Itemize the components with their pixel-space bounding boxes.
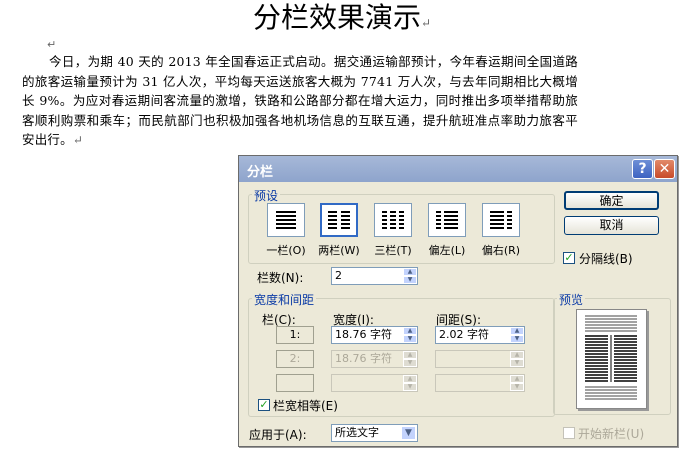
- preset-three-columns-label: 三栏(T): [374, 244, 412, 257]
- separator-line-checkbox[interactable]: ✓: [563, 252, 575, 264]
- column-spacing-input: ▲ ▼: [435, 374, 525, 392]
- spin-up-icon: ▲: [403, 351, 417, 359]
- preset-one-column[interactable]: [267, 203, 305, 237]
- pilcrow-icon: ↵: [72, 133, 84, 147]
- spin-up-icon: ▲: [510, 375, 524, 383]
- help-icon: ?: [638, 161, 647, 177]
- column-spacing-spinner: ▲ ▼: [510, 375, 524, 391]
- one-column-icon: [276, 211, 296, 229]
- chevron-down-icon[interactable]: ▼: [401, 426, 416, 440]
- close-button[interactable]: ✕: [654, 159, 675, 179]
- num-columns-spinner[interactable]: ▲ ▼: [403, 268, 417, 284]
- apply-to-select[interactable]: 所选文字 ▼: [331, 424, 418, 442]
- preset-two-columns[interactable]: [320, 203, 358, 237]
- document-paragraph[interactable]: 今日，为期 40 天的 2013 年全国春运正式启动。据交通运输部预计，今年春运…: [22, 52, 578, 151]
- three-columns-icon: [382, 211, 404, 229]
- close-icon: ✕: [658, 161, 671, 177]
- preview-group-label: 预览: [557, 291, 586, 308]
- preset-two-columns-label: 两栏(W): [318, 244, 360, 257]
- column-width-spinner: ▲ ▼: [403, 351, 417, 367]
- preset-left-label: 偏左(L): [428, 244, 466, 257]
- column-width-input[interactable]: 18.76 字符 ▲ ▼: [331, 326, 418, 344]
- spin-down-icon: ▼: [510, 383, 524, 391]
- pilcrow-icon: ↵: [420, 16, 432, 30]
- empty-paragraph-mark: ↵: [47, 38, 57, 51]
- column-width-value: 18.76 字符: [335, 352, 392, 365]
- column-width-input: 18.76 字符 ▲ ▼: [331, 350, 418, 368]
- spin-up-icon: ▲: [403, 375, 417, 383]
- column-number: 2:: [276, 350, 314, 368]
- equal-width-label: 栏宽相等(E): [273, 399, 338, 413]
- column-width-spinner: ▲ ▼: [403, 375, 417, 391]
- column-number: [276, 374, 314, 392]
- spin-down-icon: ▼: [403, 359, 417, 367]
- dialog-title: 分栏: [247, 165, 274, 180]
- num-columns-label: 栏数(N):: [257, 271, 304, 285]
- presets-group-label: 预设: [252, 187, 281, 204]
- preset-three-columns[interactable]: [374, 203, 412, 237]
- document-title: 分栏效果演示↵: [0, 0, 684, 41]
- column-width-input: ▲ ▼: [331, 374, 418, 392]
- spin-down-icon: ▼: [403, 383, 417, 391]
- num-columns-value: 2: [335, 269, 342, 282]
- column-spacing-input[interactable]: 2.02 字符 ▲ ▼: [435, 326, 525, 344]
- equal-width-checkbox[interactable]: ✓: [258, 399, 270, 411]
- preset-one-column-label: 一栏(O): [266, 244, 306, 257]
- paragraph-text: 今日，为期 40 天的 2013 年全国春运正式启动。据交通运输部预计，今年春运…: [22, 54, 578, 147]
- separator-line-label: 分隔线(B): [579, 252, 633, 266]
- spin-down-icon: ▼: [510, 359, 524, 367]
- cancel-button[interactable]: 取消: [564, 216, 659, 235]
- document-title-text: 分栏效果演示: [252, 1, 421, 34]
- spin-up-icon[interactable]: ▲: [510, 327, 524, 335]
- width-spacing-group-label: 宽度和间距: [252, 291, 317, 308]
- column-width-value: 18.76 字符: [335, 328, 392, 341]
- preset-right[interactable]: [482, 203, 520, 237]
- apply-to-label: 应用于(A):: [249, 428, 307, 442]
- help-button[interactable]: ?: [632, 159, 653, 179]
- spin-up-icon: ▲: [510, 351, 524, 359]
- column-number: 1:: [276, 326, 314, 344]
- column-width-spinner[interactable]: ▲ ▼: [403, 327, 417, 343]
- preset-left[interactable]: [428, 203, 466, 237]
- ok-button[interactable]: 确定: [564, 191, 659, 210]
- apply-to-value: 所选文字: [335, 426, 379, 439]
- preset-right-label: 偏右(R): [481, 244, 521, 257]
- spin-down-icon[interactable]: ▼: [510, 335, 524, 343]
- column-spacing-value: 2.02 字符: [439, 328, 489, 341]
- start-new-column-checkbox: [563, 427, 575, 439]
- preview-page: [576, 309, 647, 409]
- two-columns-icon: [328, 211, 350, 229]
- dialog-titlebar[interactable]: 分栏 ? ✕: [239, 156, 677, 182]
- num-columns-input[interactable]: 2 ▲ ▼: [331, 267, 418, 285]
- spin-up-icon[interactable]: ▲: [403, 268, 417, 276]
- spin-down-icon[interactable]: ▼: [403, 276, 417, 284]
- columns-dialog: 分栏 ? ✕ 预设 一栏(O) 两栏(W) 三栏(T) 偏左(L) 偏右(R) …: [238, 155, 678, 447]
- spin-down-icon[interactable]: ▼: [403, 335, 417, 343]
- right-column-icon: [490, 211, 512, 229]
- start-new-column-label: 开始新栏(U): [578, 427, 645, 441]
- left-column-icon: [436, 211, 458, 229]
- column-spacing-spinner[interactable]: ▲ ▼: [510, 327, 524, 343]
- two-column-preview-icon: [585, 315, 637, 400]
- spin-up-icon[interactable]: ▲: [403, 327, 417, 335]
- column-spacing-input: ▲ ▼: [435, 350, 525, 368]
- column-spacing-spinner: ▲ ▼: [510, 351, 524, 367]
